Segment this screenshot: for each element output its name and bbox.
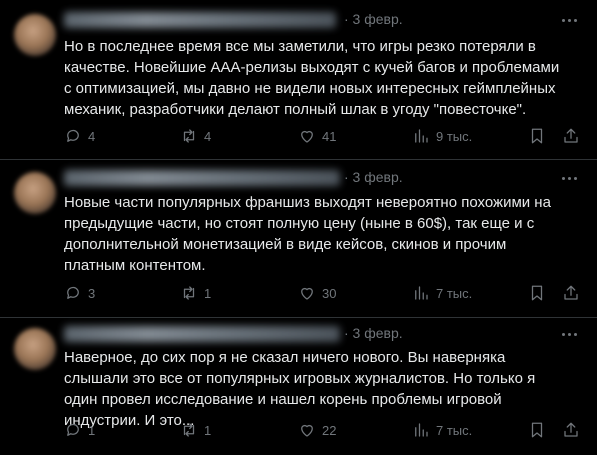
share-icon xyxy=(564,285,578,300)
views-button[interactable]: 7 тыс. xyxy=(412,419,472,441)
like-count: 41 xyxy=(322,128,337,144)
tweet[interactable]: · 3 февр. Но в последнее время все мы за… xyxy=(0,0,597,160)
author-name-blurred[interactable] xyxy=(64,326,340,342)
tweet-actions: 4 4 41 9 тыс. xyxy=(64,125,583,147)
author-name-blurred[interactable] xyxy=(64,12,336,28)
share-button[interactable] xyxy=(560,125,582,147)
avatar[interactable] xyxy=(14,14,56,56)
share-button[interactable] xyxy=(560,419,582,441)
share-icon xyxy=(564,422,578,437)
like-icon xyxy=(301,424,313,437)
reply-button[interactable]: 3 xyxy=(64,282,95,304)
reply-icon xyxy=(67,286,79,299)
like-button[interactable]: 22 xyxy=(298,419,336,441)
bookmark-icon xyxy=(531,128,543,144)
repost-count: 1 xyxy=(204,285,212,301)
views-icon xyxy=(415,286,428,300)
like-icon xyxy=(301,287,313,300)
tweet-actions: 1 1 22 7 тыс. xyxy=(64,419,583,441)
views-count: 9 тыс. xyxy=(436,128,473,144)
tweet-date[interactable]: · 3 февр. xyxy=(344,11,403,27)
views-count: 7 тыс. xyxy=(436,422,473,438)
views-icon xyxy=(415,423,428,437)
reply-button[interactable]: 4 xyxy=(64,125,95,147)
repost-button[interactable]: 1 xyxy=(180,282,211,304)
avatar[interactable] xyxy=(14,172,56,214)
tweet[interactable]: · 3 февр. Наверное, до сих пор я не сказ… xyxy=(0,318,597,455)
tweet-date[interactable]: · 3 февр. xyxy=(344,169,403,185)
bookmark-button[interactable] xyxy=(526,419,548,441)
tweet-date[interactable]: · 3 февр. xyxy=(344,325,403,341)
more-icon[interactable] xyxy=(559,329,579,339)
reply-count: 3 xyxy=(88,285,96,301)
avatar[interactable] xyxy=(14,328,56,370)
reply-count: 1 xyxy=(88,422,96,438)
repost-icon xyxy=(183,129,195,143)
like-button[interactable]: 30 xyxy=(298,282,336,304)
reply-icon xyxy=(67,129,79,142)
tweet-text: Новые части популярных франшиз выходят н… xyxy=(64,194,551,274)
tweet-actions: 3 1 30 7 тыс. xyxy=(64,282,583,304)
repost-count: 4 xyxy=(204,128,212,144)
reply-count: 4 xyxy=(88,128,96,144)
views-icon xyxy=(415,129,428,143)
reply-icon xyxy=(67,423,79,436)
tweet[interactable]: · 3 февр. Новые части популярных франшиз… xyxy=(0,160,597,318)
more-icon[interactable] xyxy=(559,15,579,25)
share-icon xyxy=(564,128,578,143)
share-button[interactable] xyxy=(560,282,582,304)
bookmark-button[interactable] xyxy=(526,125,548,147)
bookmark-icon xyxy=(531,285,543,301)
repost-icon xyxy=(183,286,195,300)
reply-button[interactable]: 1 xyxy=(64,419,95,441)
like-count: 30 xyxy=(322,285,337,301)
author-name-blurred[interactable] xyxy=(64,170,340,186)
like-button[interactable]: 41 xyxy=(298,125,336,147)
like-icon xyxy=(301,130,313,143)
repost-button[interactable]: 4 xyxy=(180,125,211,147)
views-count: 7 тыс. xyxy=(436,285,473,301)
bookmark-icon xyxy=(531,422,543,438)
repost-button[interactable]: 1 xyxy=(180,419,211,441)
repost-count: 1 xyxy=(204,422,212,438)
tweet-text: Но в последнее время все мы заметили, чт… xyxy=(64,38,560,118)
views-button[interactable]: 7 тыс. xyxy=(412,282,472,304)
repost-icon xyxy=(183,423,195,437)
like-count: 22 xyxy=(322,422,337,438)
more-icon[interactable] xyxy=(559,173,579,183)
views-button[interactable]: 9 тыс. xyxy=(412,125,472,147)
bookmark-button[interactable] xyxy=(526,282,548,304)
